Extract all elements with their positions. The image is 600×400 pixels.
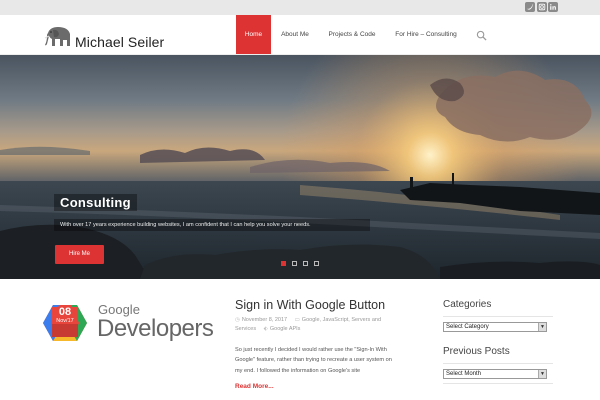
nav-about-me[interactable]: About Me (276, 15, 314, 54)
slide-title: Consulting (54, 194, 137, 211)
previous-posts-heading: Previous Posts (443, 346, 510, 357)
site-header: Michael Seiler Home About Me Projects & … (0, 15, 600, 55)
divider (443, 316, 553, 317)
excerpt-line: my end. I followed the information on Go… (235, 368, 361, 374)
nav-for-hire-consulting[interactable]: For Hire – Consulting (392, 15, 460, 54)
clock-icon: ◷ (235, 317, 240, 323)
top-bar (0, 0, 600, 15)
linkedin-icon[interactable] (548, 2, 558, 12)
category-link[interactable]: JavaScript (323, 317, 349, 323)
slide-text: With over 17 years experience building w… (54, 219, 370, 231)
site-title[interactable]: Michael Seiler (75, 34, 164, 50)
divider (443, 383, 553, 384)
category-link[interactable]: Google (302, 317, 320, 323)
post-meta-line1: ◷ November 8, 2017 ▭ Google, JavaScript, S… (235, 317, 382, 323)
chevron-down-icon: ▼ (538, 323, 546, 331)
twitter-icon[interactable] (525, 2, 535, 12)
post-day: 08 (58, 306, 72, 318)
nav-projects-code[interactable]: Projects & Code (322, 15, 382, 54)
post-date[interactable]: November 8, 2017 (242, 317, 287, 323)
brand-developers-text: Developers (97, 315, 214, 342)
category-link[interactable]: Servers and (351, 317, 381, 323)
tag-icon: ⬖ (263, 326, 268, 332)
search-icon[interactable] (476, 30, 487, 41)
slider-dot-2[interactable] (292, 261, 297, 266)
read-more-link[interactable]: Read More... (235, 383, 274, 390)
post-title[interactable]: Sign in With Google Button (235, 298, 385, 312)
tag-link[interactable]: Google APIs (270, 326, 301, 332)
excerpt-line: So just recently I decided I would rathe… (235, 347, 387, 353)
category-link[interactable]: Services (235, 326, 256, 332)
post-date-badge: 08 Nov/17 (51, 306, 79, 325)
slider-dot-4[interactable] (314, 261, 319, 266)
divider (443, 363, 553, 364)
folder-icon: ▭ (294, 317, 300, 323)
nav-home[interactable]: Home (236, 15, 271, 54)
archive-month-select[interactable]: Select Month ▼ (443, 369, 547, 379)
category-select-value: Select Category (446, 324, 489, 330)
chevron-down-icon: ▼ (538, 370, 546, 378)
archive-select-value: Select Month (446, 371, 482, 377)
categories-heading: Categories (443, 299, 492, 310)
hire-me-button[interactable]: Hire Me (55, 245, 104, 264)
elephant-logo[interactable] (42, 25, 74, 49)
excerpt-line: Google" feature, rather than trying to r… (235, 357, 392, 363)
slider-dot-3[interactable] (303, 261, 308, 266)
post-meta-line2: Services ⬖ Google APIs (235, 326, 300, 332)
hero-slider: Consulting With over 17 years experience… (0, 55, 600, 279)
slider-dot-1[interactable] (281, 261, 286, 266)
instagram-icon[interactable] (537, 2, 547, 12)
category-select[interactable]: Select Category ▼ (443, 322, 547, 332)
post-month-year: Nov/17 (56, 318, 74, 324)
